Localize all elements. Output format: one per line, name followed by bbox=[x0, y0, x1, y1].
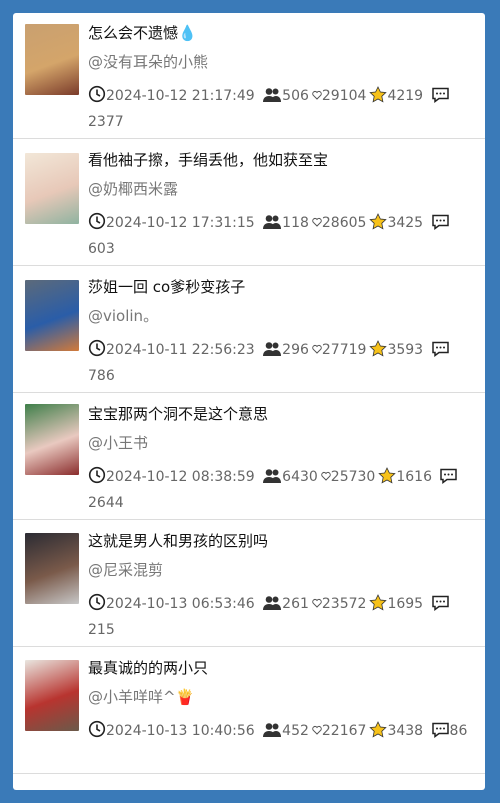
post-title[interactable]: 莎姐一回 co爹秒变孩子 bbox=[88, 276, 245, 297]
comment-icon bbox=[439, 468, 458, 492]
fav-count: 1616 bbox=[396, 469, 432, 485]
post-thumbnail[interactable] bbox=[25, 24, 79, 95]
heart-icon bbox=[312, 339, 322, 362]
clock-icon bbox=[88, 466, 106, 492]
post-time: 2024-10-13 06:53:46 bbox=[106, 596, 255, 612]
star-icon bbox=[369, 86, 388, 111]
post-title[interactable]: 宝宝那两个洞不是这个意思 bbox=[88, 403, 268, 424]
post-author[interactable]: @小羊咩咩^🍟 bbox=[88, 686, 194, 707]
post-thumbnail[interactable] bbox=[25, 404, 79, 475]
post-time: 2024-10-12 21:17:49 bbox=[106, 88, 255, 104]
views-icon bbox=[262, 722, 282, 746]
star-icon bbox=[369, 721, 388, 746]
star-icon bbox=[378, 467, 397, 492]
post-stats: 2024-10-12 21:17:49 506 29104 4219 2377 bbox=[88, 85, 478, 134]
comment-count: 603 bbox=[88, 241, 115, 257]
view-count: 296 bbox=[282, 342, 309, 358]
star-icon bbox=[369, 213, 388, 238]
post-author[interactable]: @violin。 bbox=[88, 305, 158, 326]
post-time: 2024-10-11 22:56:23 bbox=[106, 342, 255, 358]
comment-count: 786 bbox=[88, 368, 115, 384]
heart-icon bbox=[312, 593, 322, 616]
heart-icon bbox=[321, 466, 331, 489]
views-icon bbox=[262, 87, 282, 111]
like-count: 28605 bbox=[321, 215, 367, 231]
post-stats: 2024-10-12 17:31:15 118 28605 3425 603 bbox=[88, 212, 478, 261]
post-stats: 2024-10-13 06:53:46 261 23572 1695 215 bbox=[88, 593, 478, 642]
like-count: 29104 bbox=[321, 88, 367, 104]
post-title[interactable]: 看他袖子擦，手绢丢他，他如获至宝 bbox=[88, 149, 328, 170]
post-time: 2024-10-13 10:40:56 bbox=[106, 723, 255, 739]
comment-count: 86 bbox=[449, 723, 468, 739]
views-icon bbox=[262, 214, 282, 238]
like-count: 27719 bbox=[321, 342, 367, 358]
view-count: 6430 bbox=[282, 469, 318, 485]
views-icon bbox=[262, 468, 282, 492]
view-count: 452 bbox=[282, 723, 309, 739]
post-title[interactable]: 这就是男人和男孩的区别吗 bbox=[88, 530, 268, 551]
post-stats: 2024-10-11 22:56:23 296 27719 3593 786 bbox=[88, 339, 478, 388]
fav-count: 4219 bbox=[387, 88, 424, 104]
fav-count: 3425 bbox=[387, 215, 424, 231]
post-item[interactable]: 莎姐一回 co爹秒变孩子 @violin。 2024-10-11 22:56:23 … bbox=[13, 267, 485, 393]
post-time: 2024-10-12 08:38:59 bbox=[106, 469, 255, 485]
post-list: 怎么会不遗憾💧 @没有耳朵的小熊 2024-10-12 21:17:49 506 29… bbox=[13, 13, 485, 790]
post-author[interactable]: @小王书 bbox=[88, 432, 148, 453]
views-icon bbox=[262, 341, 282, 365]
views-icon bbox=[262, 595, 282, 619]
fav-count: 1695 bbox=[387, 596, 424, 612]
heart-icon bbox=[312, 212, 322, 235]
heart-icon bbox=[312, 85, 322, 108]
comment-icon bbox=[431, 87, 450, 111]
post-item[interactable]: 最真诚的的两小只 @小羊咩咩^🍟 2024-10-13 10:40:56 452 22… bbox=[13, 648, 485, 774]
clock-icon bbox=[88, 212, 106, 238]
heart-icon bbox=[312, 720, 322, 743]
fav-count: 3438 bbox=[387, 723, 424, 739]
post-thumbnail[interactable] bbox=[25, 660, 79, 731]
post-title[interactable]: 怎么会不遗憾💧 bbox=[88, 22, 197, 43]
like-count: 22167 bbox=[321, 723, 367, 739]
like-count: 25730 bbox=[330, 469, 376, 485]
post-item[interactable]: 这就是男人和男孩的区别吗 @尼采混剪 2024-10-13 06:53:46 261… bbox=[13, 521, 485, 647]
post-item[interactable]: 看他袖子擦，手绢丢他，他如获至宝 @奶椰西米露 2024-10-12 17:31:1… bbox=[13, 140, 485, 266]
comment-icon bbox=[431, 341, 450, 365]
post-title[interactable]: 最真诚的的两小只 bbox=[88, 657, 208, 678]
comment-count: 215 bbox=[88, 622, 115, 638]
comment-count: 2377 bbox=[88, 114, 124, 130]
view-count: 506 bbox=[282, 88, 309, 104]
star-icon bbox=[369, 594, 388, 619]
comment-icon bbox=[431, 595, 450, 619]
post-thumbnail[interactable] bbox=[25, 153, 79, 224]
post-author[interactable]: @奶椰西米露 bbox=[88, 178, 178, 199]
post-item[interactable]: 宝宝那两个洞不是这个意思 @小王书 2024-10-12 08:38:59 6430… bbox=[13, 394, 485, 520]
post-author[interactable]: @没有耳朵的小熊 bbox=[88, 51, 208, 72]
like-count: 23572 bbox=[321, 596, 367, 612]
clock-icon bbox=[88, 720, 106, 746]
post-item[interactable]: 怎么会不遗憾💧 @没有耳朵的小熊 2024-10-12 21:17:49 506 29… bbox=[13, 13, 485, 139]
clock-icon bbox=[88, 593, 106, 619]
view-count: 261 bbox=[282, 596, 309, 612]
post-author[interactable]: @尼采混剪 bbox=[88, 559, 163, 580]
post-thumbnail[interactable] bbox=[25, 280, 79, 351]
view-count: 118 bbox=[282, 215, 309, 231]
comment-count: 2644 bbox=[88, 495, 124, 511]
post-thumbnail[interactable] bbox=[25, 533, 79, 604]
post-stats: 2024-10-13 10:40:56 452 22167 3438 86 bbox=[88, 720, 478, 746]
comment-icon bbox=[431, 214, 450, 238]
fav-count: 3593 bbox=[387, 342, 424, 358]
comment-icon bbox=[431, 722, 450, 746]
star-icon bbox=[369, 340, 388, 365]
post-time: 2024-10-12 17:31:15 bbox=[106, 215, 255, 231]
clock-icon bbox=[88, 85, 106, 111]
clock-icon bbox=[88, 339, 106, 365]
post-stats: 2024-10-12 08:38:59 6430 25730 1616 2644 bbox=[88, 466, 478, 515]
